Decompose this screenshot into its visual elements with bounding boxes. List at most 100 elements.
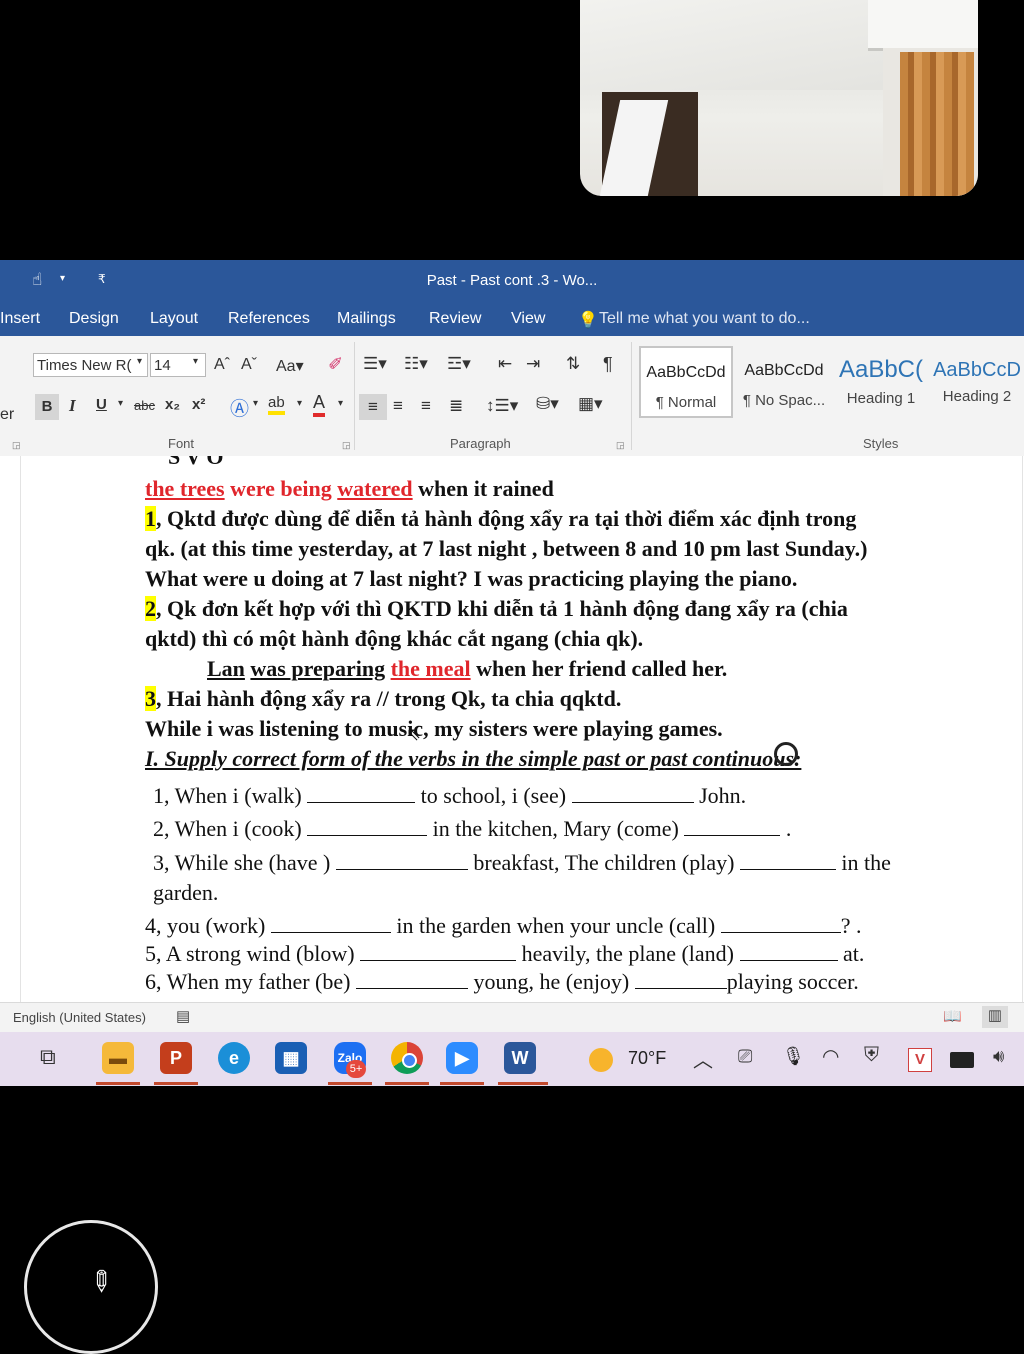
edge-icon[interactable]: e [218,1042,250,1074]
doc-text: breakfast, The children (play) [473,850,735,875]
answer-blank[interactable] [739,959,838,961]
answer-blank[interactable] [684,834,781,836]
antivirus-icon[interactable]: V [908,1048,932,1072]
doc-top-cut: S V O [168,456,224,469]
tell-me-search[interactable]: Tell me what you want to do... [599,310,810,328]
chevron-down-icon[interactable]: ▾ [253,398,258,409]
camera-icon[interactable]: ⎚ [738,1046,752,1067]
answer-blank[interactable] [739,868,836,870]
grow-font-icon[interactable]: Aˆ [214,356,230,374]
font-color-icon[interactable]: A [313,392,326,417]
answer-blank[interactable] [307,801,416,803]
powerpoint-icon[interactable]: P [160,1042,192,1074]
answer-blank[interactable] [307,834,428,836]
wifi-icon[interactable]: ◠ [822,1044,839,1069]
styles-group-label: Styles [863,436,899,451]
doc-text: Lan [207,656,245,681]
align-left-icon[interactable]: ≡ [359,394,387,420]
multilevel-list-icon[interactable]: ☲▾ [447,354,471,374]
doc-text: to school, i (see) [420,783,567,808]
dialog-launcher-icon[interactable]: ◲ [342,440,351,451]
doc-text: , Qk đơn kết hợp với thì QKTD khi diễn t… [156,596,848,621]
weather-sun-icon[interactable] [589,1048,613,1072]
show-formatting-icon[interactable]: ¶ [603,354,613,375]
word-icon[interactable]: W [504,1042,536,1074]
security-shield-icon[interactable]: ⛨ [864,1044,879,1067]
store-icon[interactable]: ▦ [275,1042,307,1074]
lightbulb-icon[interactable]: 💡 [578,310,598,330]
battery-icon[interactable] [950,1052,974,1068]
underline-button[interactable]: U [96,396,107,413]
print-layout-icon[interactable]: ▥ [982,1006,1008,1028]
style-normal[interactable]: AaBbCcDd ¶ Normal [639,346,733,418]
subscript-button[interactable]: x₂ [165,396,180,413]
red-text: the meal [390,656,471,681]
document-page[interactable]: S V O the trees were being watered when … [0,456,1024,1002]
dialog-launcher-icon[interactable]: ◲ [616,440,625,451]
microphone-icon[interactable]: 🎙 [782,1046,805,1067]
tab-view[interactable]: View [511,310,545,328]
style-heading-1[interactable]: AaBbC( Heading 1 [834,346,928,418]
chevron-up-icon[interactable]: ︿ [693,1044,713,1073]
dialog-launcher-icon[interactable]: ◲ [12,440,21,451]
accessibility-icon[interactable]: ▤ [176,1007,190,1025]
font-name-box[interactable]: Times New R( [33,353,148,377]
chevron-down-icon[interactable]: ▾ [118,398,123,409]
answer-blank[interactable] [571,801,694,803]
decrease-indent-icon[interactable]: ⇤ [498,354,512,374]
answer-blank[interactable] [720,931,841,933]
doc-text: young, he (enjoy) [473,969,630,994]
doc-line: the trees were being watered when it rai… [145,476,554,502]
numbering-icon[interactable]: ☷▾ [404,354,428,374]
exercise-line: 4, you (work) in the garden when your un… [145,913,862,939]
line-spacing-icon[interactable]: ↕☰▾ [486,396,518,416]
answer-blank[interactable] [355,987,468,989]
superscript-button[interactable]: x² [192,396,205,413]
highlight-color-icon[interactable]: ab [268,394,285,415]
floating-draw-button[interactable]: ✎ [24,1220,158,1354]
align-right-icon[interactable]: ≡ [421,396,431,416]
shrink-font-icon[interactable]: Aˇ [241,356,257,374]
volume-icon[interactable]: 🔊︎ [993,1046,1004,1067]
clipboard-cut-label[interactable]: er [0,406,14,424]
style-heading-2[interactable]: AaBbCcD Heading 2 [930,346,1024,418]
sort-icon[interactable]: ⇅ [566,354,580,374]
language-status[interactable]: English (United States) [13,1010,146,1025]
tab-design[interactable]: Design [69,310,119,328]
bullets-icon[interactable]: ☰▾ [363,354,387,374]
chevron-down-icon[interactable]: ▾ [338,398,343,409]
change-case-icon[interactable]: Aa▾ [276,356,304,376]
answer-blank[interactable] [270,931,391,933]
clear-formatting-icon[interactable]: ✐ [328,354,343,375]
tab-mailings[interactable]: Mailings [337,310,396,328]
strikethrough-button[interactable]: abc [134,398,155,413]
doc-line: 3, Hai hành động xẩy ra // trong Qk, ta … [145,686,621,712]
tab-layout[interactable]: Layout [150,310,198,328]
text-effects-icon[interactable]: Ⓐ [230,394,249,421]
file-explorer-icon[interactable]: ▬ [102,1042,134,1074]
tab-references[interactable]: References [228,310,310,328]
zoom-icon[interactable]: ▶ [446,1042,478,1074]
italic-button[interactable]: I [69,396,76,416]
answer-blank[interactable] [335,868,468,870]
ribbon-tabs: Insert Design Layout References Mailings… [0,304,1024,336]
align-center-icon[interactable]: ≡ [393,396,403,416]
borders-icon[interactable]: ▦▾ [578,394,603,414]
bold-button[interactable]: B [35,394,59,420]
weather-temperature[interactable]: 70°F [628,1048,666,1069]
camera-preview[interactable] [580,0,978,196]
chevron-down-icon[interactable]: ▾ [137,356,142,367]
task-view-icon[interactable]: ⧉ [40,1044,56,1070]
answer-blank[interactable] [360,959,517,961]
increase-indent-icon[interactable]: ⇥ [526,354,540,374]
red-text: watered [337,476,413,501]
shading-icon[interactable]: ⛁▾ [536,394,559,414]
justify-icon[interactable]: ≣ [449,396,463,416]
tab-review[interactable]: Review [429,310,481,328]
read-mode-icon[interactable]: 📖 [943,1007,962,1025]
style-no-spacing[interactable]: AaBbCcDd ¶ No Spac... [737,346,831,418]
chevron-down-icon[interactable]: ▾ [193,356,198,367]
chevron-down-icon[interactable]: ▾ [297,398,302,409]
tab-insert[interactable]: Insert [0,310,40,328]
answer-blank[interactable] [634,987,727,989]
